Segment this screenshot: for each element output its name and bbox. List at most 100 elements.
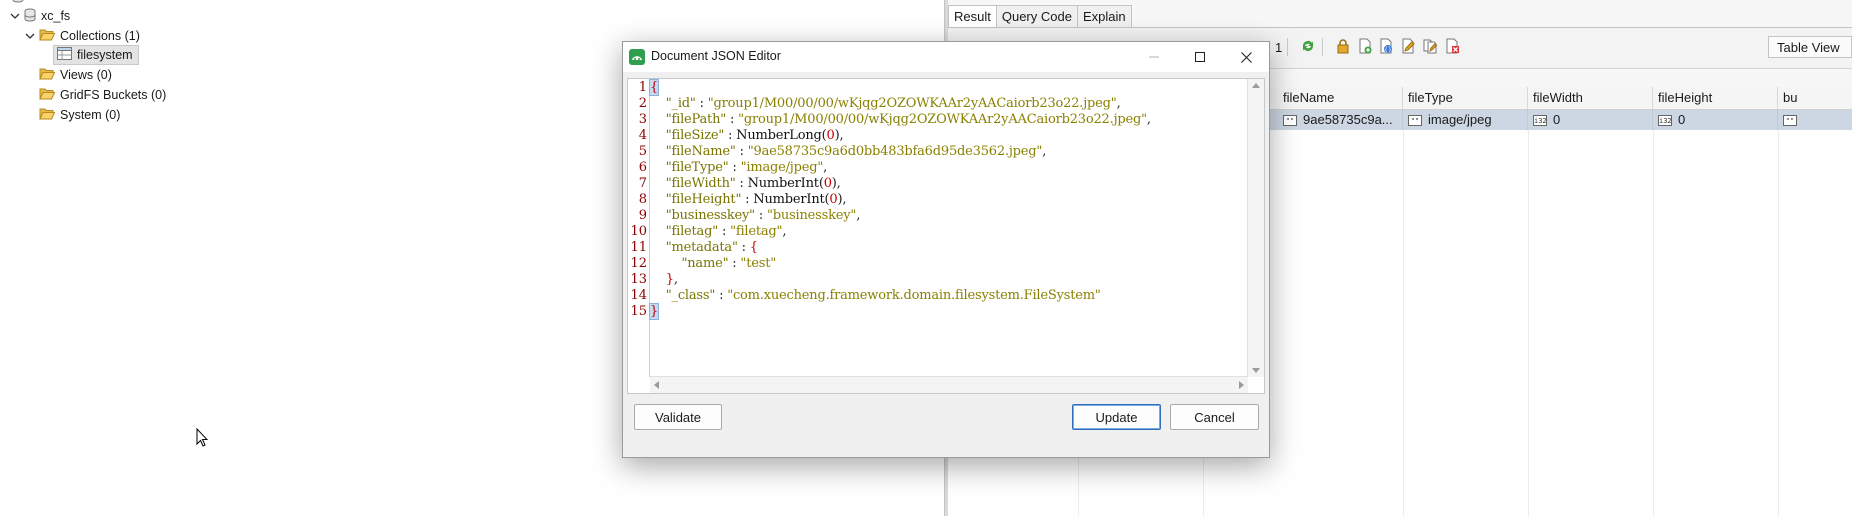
code-token: "fileName"	[665, 144, 736, 159]
code-line[interactable]: },	[650, 272, 678, 288]
refresh-icon[interactable]	[1300, 38, 1316, 54]
code-token: :	[724, 128, 737, 143]
tree-views[interactable]: Views (0)	[39, 65, 112, 85]
page-number: 1	[1275, 40, 1283, 55]
code-line[interactable]: "name" : "test"	[650, 256, 776, 272]
line-number: 13	[630, 272, 647, 287]
update-button[interactable]: Update	[1072, 404, 1161, 430]
maximize-button[interactable]	[1177, 42, 1223, 72]
edit-multiple-icon[interactable]	[1422, 38, 1438, 54]
tree-selected-item[interactable]: filesystem	[53, 45, 139, 65]
validate-button[interactable]: Validate	[634, 404, 722, 430]
edit-document-icon[interactable]	[1400, 38, 1416, 54]
code-token: :	[735, 144, 748, 159]
add-document-icon[interactable]	[1357, 38, 1373, 54]
cell-fileheight[interactable]: i32 0	[1653, 110, 1778, 130]
folder-open-icon	[39, 107, 56, 123]
line-number: 2	[638, 96, 647, 111]
code-area[interactable]: { "_id" : "group1/M00/00/00/wKjqg2OZOWKA…	[648, 79, 1248, 377]
cell-businesskey[interactable]: ""	[1778, 110, 1852, 130]
line-number: 1	[638, 80, 647, 95]
code-line[interactable]: "fileName" : "9ae58735c9a6d0bb483bfa6d95…	[650, 144, 1047, 160]
column-header-fileheight[interactable]: fileHeight	[1653, 87, 1778, 109]
code-token: "fileSize"	[665, 128, 725, 143]
scroll-left-icon[interactable]	[653, 381, 659, 389]
code-token: "businesskey"	[767, 208, 857, 223]
tree-collections[interactable]: Collections (1)	[25, 26, 140, 46]
line-number: 4	[638, 128, 647, 143]
delete-document-icon[interactable]	[1444, 38, 1460, 54]
tree-gridfs[interactable]: GridFS Buckets (0)	[39, 85, 166, 105]
column-header-filewidth[interactable]: fileWidth	[1528, 87, 1653, 109]
column-header-filetype[interactable]: fileType	[1403, 87, 1528, 109]
code-line[interactable]: "filePath" : "group1/M00/00/00/wKjqg2OZO…	[650, 112, 1151, 128]
line-number: 9	[638, 208, 647, 223]
toolbar-separator	[1287, 38, 1288, 56]
code-token: :	[737, 240, 750, 255]
toolbar-separator	[1322, 38, 1323, 56]
line-number: 12	[630, 256, 647, 271]
code-token: 0	[823, 176, 832, 191]
tab-result[interactable]: Result	[948, 5, 997, 28]
vertical-scrollbar[interactable]	[1247, 79, 1264, 377]
column-header-businesskey[interactable]: bu	[1778, 87, 1852, 109]
code-token: 0	[826, 128, 835, 143]
cell-filetype[interactable]: "" image/jpeg	[1403, 110, 1528, 130]
json-document-icon[interactable]: {}	[1378, 38, 1394, 54]
code-token: "fileHeight"	[665, 192, 742, 207]
code-token: ,	[1116, 96, 1121, 111]
code-token: :	[726, 112, 739, 127]
line-number: 5	[638, 144, 647, 159]
line-number: 14	[630, 288, 647, 303]
tab-explain[interactable]: Explain	[1076, 5, 1132, 28]
chevron-down-icon[interactable]	[10, 11, 20, 21]
code-line[interactable]: }	[648, 303, 660, 320]
line-number: 6	[638, 160, 647, 175]
tree-system[interactable]: System (0)	[39, 105, 120, 125]
dialog-titlebar[interactable]: Document JSON Editor	[623, 42, 1269, 72]
minimize-button[interactable]	[1131, 42, 1177, 72]
string-type-icon: ""	[1283, 114, 1297, 126]
code-line[interactable]: "fileHeight" : NumberInt(0),	[650, 192, 847, 208]
tab-query-code[interactable]: Query Code	[995, 5, 1078, 28]
scroll-right-icon[interactable]	[1239, 381, 1245, 389]
cell-filewidth[interactable]: i32 0	[1528, 110, 1653, 130]
chevron-down-icon[interactable]	[25, 31, 35, 41]
json-code-editor[interactable]: 1 2 3 4 5 6 7 8 9 10 11 12 13 14 15 { "_id" : "group1/…	[627, 78, 1265, 394]
tree-views-label: Views (0)	[60, 68, 112, 82]
column-header-filename[interactable]: fileName	[1278, 87, 1403, 109]
tree-collection-filesystem[interactable]: filesystem	[53, 45, 139, 65]
view-mode-select[interactable]: Table View	[1768, 36, 1852, 58]
scroll-up-icon[interactable]	[1252, 82, 1260, 88]
code-token: NumberInt	[747, 176, 819, 191]
code-token: "_id"	[665, 96, 696, 111]
code-token: :	[718, 224, 731, 239]
code-line[interactable]: "filetag" : "filetag",	[650, 224, 787, 240]
grid-line	[1778, 130, 1779, 516]
cell-filename[interactable]: "" 9ae58735c9a...	[1278, 110, 1403, 130]
code-line[interactable]: "fileWidth" : NumberInt(0),	[650, 176, 841, 192]
code-token: "9ae58735c9a6d0bb483bfa6d95de3562.jpeg"	[747, 144, 1043, 159]
cancel-button[interactable]: Cancel	[1170, 404, 1259, 430]
code-line[interactable]: "_id" : "group1/M00/00/00/wKjqg2OZOWKAAr…	[650, 96, 1121, 112]
string-type-icon: ""	[1408, 114, 1422, 126]
code-line[interactable]: "metadata" : {	[650, 240, 758, 256]
code-token: "businesskey"	[665, 208, 755, 223]
close-button[interactable]	[1223, 42, 1269, 72]
grid-line	[1653, 130, 1654, 516]
scroll-down-icon[interactable]	[1252, 368, 1260, 374]
code-token: :	[715, 288, 728, 303]
code-line[interactable]: "fileSize" : NumberLong(0),	[650, 128, 844, 144]
horizontal-scrollbar[interactable]	[650, 376, 1248, 393]
code-line[interactable]: {	[648, 79, 660, 96]
code-token: NumberInt	[753, 192, 825, 207]
lock-icon[interactable]	[1335, 38, 1351, 54]
code-line[interactable]: "fileType" : "image/jpeg",	[650, 160, 828, 176]
code-line[interactable]: "_class" : "com.xuecheng.framework.domai…	[650, 288, 1101, 304]
tree-db-xc-fs[interactable]: xc_fs	[10, 6, 70, 26]
code-line[interactable]: "businesskey" : "businesskey",	[650, 208, 861, 224]
